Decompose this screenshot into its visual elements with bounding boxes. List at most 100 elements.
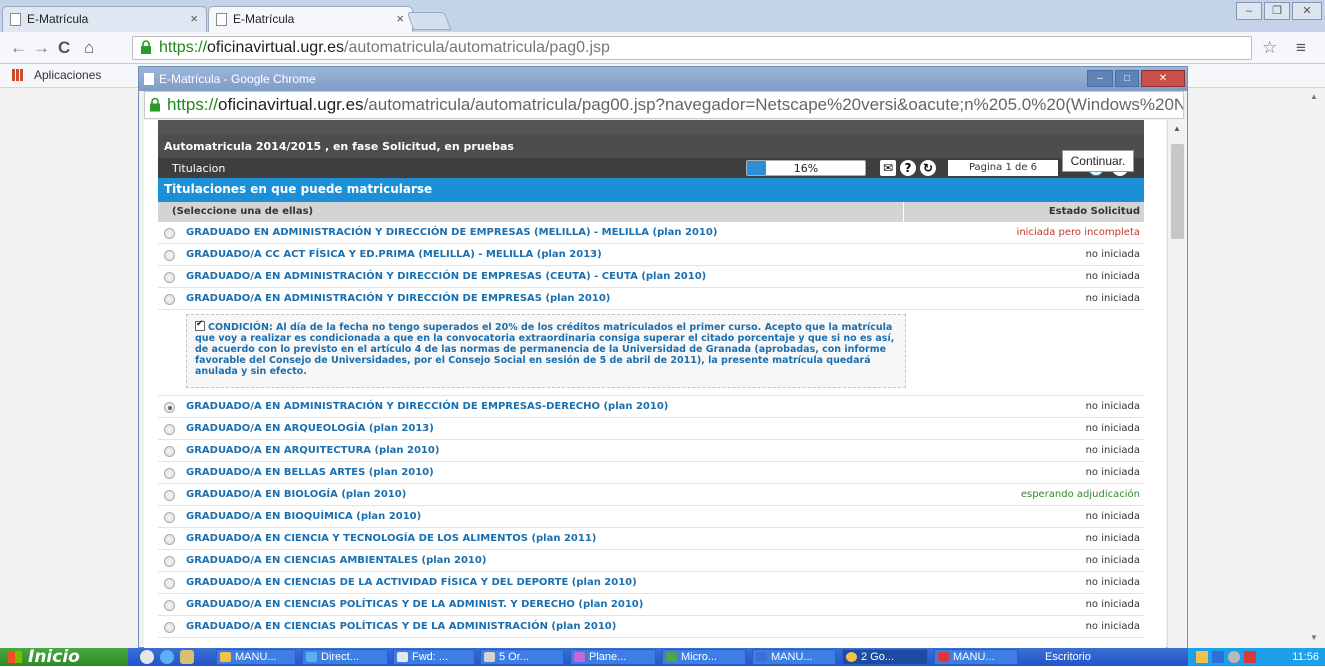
radio-button[interactable]: [164, 424, 175, 435]
popup-close-button[interactable]: ✕: [1141, 70, 1185, 87]
titulacion-name[interactable]: GRADUADO/A EN ADMINISTRACIÓN Y DIRECCIÓN…: [186, 293, 610, 304]
table-row[interactable]: GRADUADO/A EN ARQUEOLOGÍA (plan 2013) no …: [158, 418, 1144, 440]
table-row[interactable]: GRADUADO/A EN ADMINISTRACIÓN Y DIRECCIÓN…: [158, 266, 1144, 288]
titulacion-name[interactable]: GRADUADO/A EN CIENCIAS DE LA ACTIVIDAD F…: [186, 577, 637, 588]
table-row[interactable]: GRADUADO/A EN CIENCIAS AMBIENTALES (plan…: [158, 550, 1144, 572]
chrome-quicklaunch-icon[interactable]: [140, 650, 154, 664]
scroll-up-icon[interactable]: ▲: [1310, 92, 1318, 101]
radio-button[interactable]: [164, 250, 175, 261]
minimize-button[interactable]: –: [1236, 2, 1262, 20]
table-row[interactable]: GRADUADO/A EN ARQUITECTURA (plan 2010) no…: [158, 440, 1144, 462]
taskbar: Inicio MANU... Direct... Fwd: ... 5 Or..…: [0, 648, 1325, 666]
taskbar-item[interactable]: MANU...: [934, 649, 1018, 665]
window-icon: [484, 652, 495, 662]
forward-icon[interactable]: →: [33, 38, 50, 58]
tab-e-matricula-2[interactable]: E-Matrícula ×: [208, 6, 413, 32]
scroll-thumb[interactable]: [1171, 144, 1184, 239]
titulacion-name[interactable]: GRADUADO/A EN CIENCIA Y TECNOLOGÍA DE LO…: [186, 533, 596, 544]
start-button[interactable]: Inicio: [0, 648, 128, 666]
radio-button[interactable]: [164, 512, 175, 523]
radio-button-selected[interactable]: [164, 402, 175, 413]
ie-quicklaunch-icon[interactable]: [160, 650, 174, 664]
popup-scrollbar[interactable]: ▲: [1167, 120, 1187, 648]
close-icon[interactable]: ×: [190, 11, 198, 26]
back-icon[interactable]: ←: [10, 38, 27, 58]
taskbar-item-active[interactable]: 2 Go...: [842, 649, 928, 665]
taskbar-desktop[interactable]: Escritorio: [1024, 649, 1118, 665]
new-tab-button[interactable]: [406, 12, 452, 30]
radio-button[interactable]: [164, 294, 175, 305]
tray-icon[interactable]: [1228, 651, 1240, 663]
table-row[interactable]: GRADUADO/A EN CIENCIAS POLÍTICAS Y DE LA…: [158, 594, 1144, 616]
radio-button[interactable]: [164, 578, 175, 589]
titulacion-name[interactable]: GRADUADO/A EN CIENCIAS POLÍTICAS Y DE LA…: [186, 599, 643, 610]
table-row[interactable]: GRADUADO/A EN BIOQUÍMICA (plan 2010) no i…: [158, 506, 1144, 528]
titulacion-name[interactable]: GRADUADO/A EN BELLAS ARTES (plan 2010): [186, 467, 434, 478]
popup-address-bar[interactable]: https://oficinavirtual.ugr.es/automatric…: [144, 91, 1184, 119]
table-row[interactable]: GRADUADO/A EN CIENCIA Y TECNOLOGÍA DE LO…: [158, 528, 1144, 550]
radio-button[interactable]: [164, 446, 175, 457]
titulacion-name[interactable]: GRADUADO/A EN CIENCIAS POLÍTICAS Y DE LA…: [186, 621, 616, 632]
tray-icon[interactable]: [1212, 651, 1224, 663]
maximize-button[interactable]: ❐: [1264, 2, 1290, 20]
table-row[interactable]: GRADUADO/A EN BELLAS ARTES (plan 2010) no…: [158, 462, 1144, 484]
popup-titlebar: E-Matrícula - Google Chrome – □ ✕: [139, 67, 1187, 91]
radio-button[interactable]: [164, 272, 175, 283]
table-row[interactable]: GRADUADO/A EN CIENCIAS DE LA ACTIVIDAD F…: [158, 572, 1144, 594]
taskbar-item[interactable]: Plane...: [570, 649, 656, 665]
titulacion-name[interactable]: GRADUADO/A EN ARQUITECTURA (plan 2010): [186, 445, 439, 456]
table-row[interactable]: GRADUADO/A EN ADMINISTRACIÓN Y DIRECCIÓN…: [158, 288, 1144, 310]
tray-icon[interactable]: [1244, 651, 1256, 663]
titulacion-name[interactable]: GRADUADO/A EN ADMINISTRACIÓN Y DIRECCIÓN…: [186, 401, 668, 412]
radio-button[interactable]: [164, 534, 175, 545]
outer-scrollbar[interactable]: ▲ ▼: [1305, 88, 1325, 648]
tab-e-matricula-1[interactable]: E-Matrícula ×: [2, 6, 207, 32]
table-row[interactable]: GRADUADO EN ADMINISTRACIÓN Y DIRECCIÓN D…: [158, 222, 1144, 244]
ie-icon: [306, 652, 317, 662]
app-quicklaunch-icon[interactable]: [180, 650, 194, 664]
radio-button[interactable]: [164, 468, 175, 479]
titulacion-name[interactable]: GRADUADO/A EN CIENCIAS AMBIENTALES (plan…: [186, 555, 486, 566]
radio-button[interactable]: [164, 490, 175, 501]
mail-icon[interactable]: ✉: [880, 160, 896, 176]
titulacion-name[interactable]: GRADUADO/A CC ACT FÍSICA Y ED.PRIMA (MEL…: [186, 249, 602, 260]
table-row[interactable]: GRADUADO/A EN CIENCIAS POLÍTICAS Y DE LA…: [158, 616, 1144, 638]
table-row[interactable]: GRADUADO/A EN BIOLOGÍA (plan 2010) espera…: [158, 484, 1144, 506]
taskbar-item[interactable]: MANU...: [752, 649, 836, 665]
titulacion-name[interactable]: GRADUADO/A EN ADMINISTRACIÓN Y DIRECCIÓN…: [186, 271, 706, 282]
radio-button[interactable]: [164, 622, 175, 633]
url-host: oficinavirtual.ugr.es: [207, 39, 344, 56]
radio-button[interactable]: [164, 600, 175, 611]
menu-icon[interactable]: ≡: [1296, 38, 1306, 58]
table-row[interactable]: GRADUADO/A EN ADMINISTRACIÓN Y DIRECCIÓN…: [158, 396, 1144, 418]
radio-button[interactable]: [164, 228, 175, 239]
radio-button[interactable]: [164, 556, 175, 567]
titulacion-name[interactable]: GRADUADO/A EN BIOQUÍMICA (plan 2010): [186, 511, 421, 522]
titulacion-name[interactable]: GRADUADO/A EN BIOLOGÍA (plan 2010): [186, 489, 406, 500]
home-icon[interactable]: ⌂: [84, 38, 94, 58]
tab-strip: E-Matrícula × E-Matrícula × – ❐ ✕: [0, 0, 1325, 32]
star-icon[interactable]: ☆: [1262, 38, 1277, 58]
taskbar-item[interactable]: Fwd: ...: [393, 649, 475, 665]
titulacion-name[interactable]: GRADUADO/A EN ARQUEOLOGÍA (plan 2013): [186, 423, 434, 434]
popup-minimize-button[interactable]: –: [1087, 70, 1113, 87]
address-bar[interactable]: https://oficinavirtual.ugr.es/automatric…: [132, 36, 1252, 60]
scroll-up-icon[interactable]: ▲: [1173, 124, 1181, 133]
taskbar-item[interactable]: Direct...: [302, 649, 388, 665]
taskbar-item[interactable]: Micro...: [662, 649, 746, 665]
word-icon: [756, 652, 767, 662]
popup-maximize-button[interactable]: □: [1115, 70, 1139, 87]
help-icon[interactable]: ?: [900, 160, 916, 176]
tray-icon[interactable]: [1196, 651, 1208, 663]
refresh-icon[interactable]: ↻: [920, 160, 936, 176]
table-row[interactable]: GRADUADO/A CC ACT FÍSICA Y ED.PRIMA (MEL…: [158, 244, 1144, 266]
scroll-down-icon[interactable]: ▼: [1310, 633, 1318, 642]
titulacion-name[interactable]: GRADUADO EN ADMINISTRACIÓN Y DIRECCIÓN D…: [186, 227, 717, 238]
bookmark-aplicaciones[interactable]: Aplicaciones: [34, 68, 101, 82]
taskbar-item[interactable]: MANU...: [216, 649, 296, 665]
reload-icon[interactable]: C: [58, 38, 70, 58]
condition-checkbox[interactable]: [195, 319, 205, 331]
close-icon[interactable]: ×: [396, 11, 404, 26]
close-button[interactable]: ✕: [1292, 2, 1322, 20]
taskbar-item[interactable]: 5 Or...: [480, 649, 564, 665]
